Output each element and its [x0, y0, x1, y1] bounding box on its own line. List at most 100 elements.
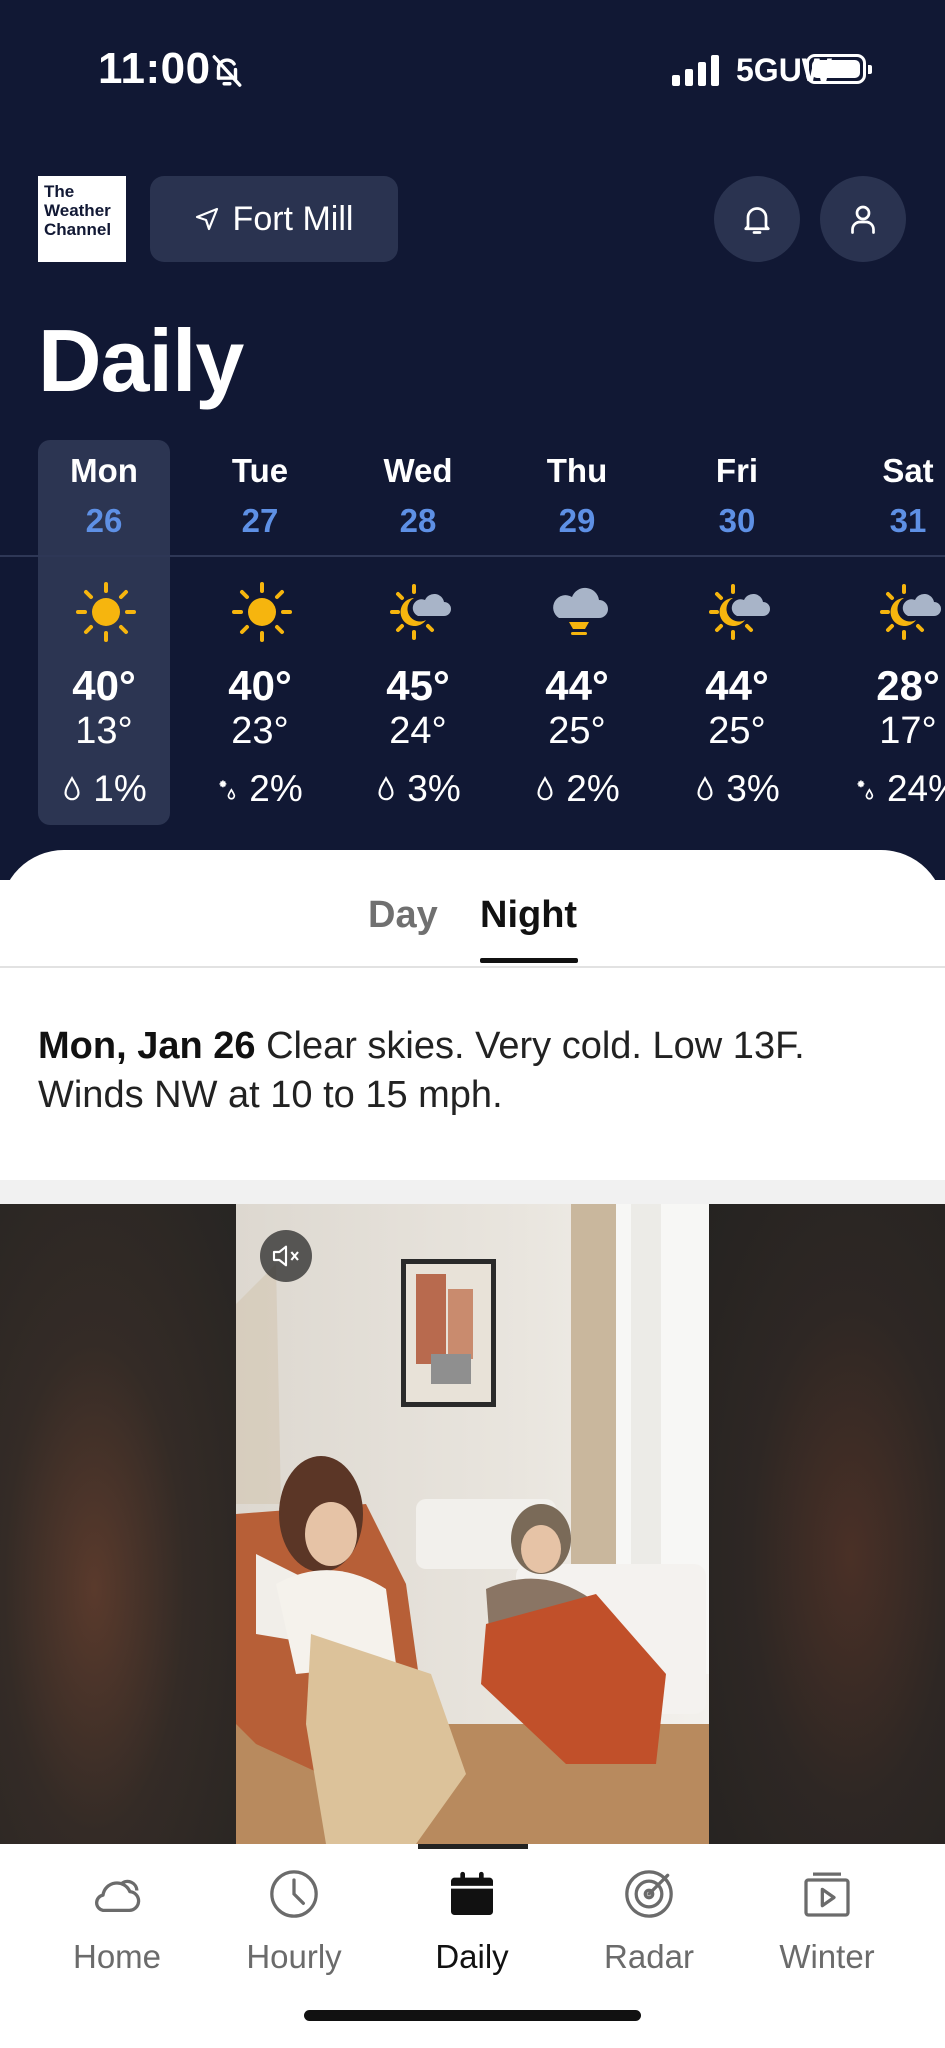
tab-day[interactable]: Day: [368, 894, 438, 937]
logo-line: Channel: [44, 220, 112, 239]
day-date: 28: [399, 502, 437, 539]
weather-channel-logo[interactable]: The Weather Channel: [38, 176, 126, 262]
raindrop-icon: [537, 776, 553, 801]
battery-icon: [806, 54, 872, 84]
nav-winter[interactable]: Winter: [747, 1866, 907, 1976]
clock-icon: [270, 1870, 318, 1918]
high-temp: 44°: [705, 662, 769, 709]
snowflake-icon: [219, 780, 236, 800]
video-play-icon: [804, 1872, 850, 1917]
day-name: Fri: [715, 452, 759, 489]
tabs-divider: [0, 966, 945, 968]
low-temp: 25°: [708, 710, 766, 752]
raindrop-icon: [64, 776, 80, 801]
partly-cloudy-icon: [878, 580, 942, 644]
low-temp: 24°: [389, 710, 447, 752]
nav-label: Hourly: [246, 1938, 342, 1975]
tab-night[interactable]: Night: [480, 894, 577, 937]
nav-hourly[interactable]: Hourly: [214, 1866, 374, 1976]
section-divider: [0, 1180, 945, 1204]
nav-home[interactable]: Home: [37, 1866, 197, 1976]
day-name: Thu: [546, 452, 608, 489]
bell-icon: [744, 207, 770, 234]
video-blur-right: [709, 1204, 945, 1844]
location-button[interactable]: Fort Mill: [150, 176, 398, 262]
sun-icon: [230, 580, 294, 644]
precip-chance: 3%: [667, 768, 807, 810]
notifications-button[interactable]: [714, 176, 800, 262]
precip-chance: 24%: [838, 768, 945, 810]
day-date: 31: [889, 502, 927, 539]
status-time: 11:00: [98, 44, 211, 93]
nav-label: Daily: [435, 1938, 509, 1975]
profile-button[interactable]: [820, 176, 906, 262]
nav-label: Winter: [779, 1938, 875, 1975]
low-temp: 25°: [548, 710, 606, 752]
day-column-thu[interactable]: Thu 29 44° 25° 2%: [507, 440, 647, 825]
logo-line: The: [44, 182, 75, 201]
logo-line: Weather: [44, 201, 111, 220]
precip-chance: 3%: [348, 768, 488, 810]
low-temp: 23°: [231, 710, 289, 752]
day-column-mon[interactable]: Mon 26 40° 13° 1%: [34, 440, 174, 825]
raindrop-icon: [378, 776, 394, 801]
nav-daily[interactable]: Daily: [392, 1866, 552, 1976]
video-scene-image: [236, 1204, 709, 1844]
day-date: 30: [718, 502, 756, 539]
location-name: Fort Mill: [232, 199, 354, 238]
day-date: 26: [85, 502, 123, 539]
precip-value: 3%: [726, 768, 780, 809]
cloud-icon: [95, 1879, 141, 1912]
video-frame: [236, 1204, 709, 1844]
day-column-wed[interactable]: Wed 28 45° 24° 3%: [348, 440, 488, 825]
cloudy-icon: [547, 580, 611, 644]
high-temp: 45°: [386, 662, 450, 709]
high-temp: 28°: [876, 662, 940, 709]
mute-button[interactable]: [260, 1230, 312, 1282]
precip-chance: 1%: [34, 768, 174, 810]
precip-chance: 2%: [507, 768, 647, 810]
forecast-narrative: Mon, Jan 26 Clear skies. Very cold. Low …: [38, 1022, 918, 1120]
partly-cloudy-icon: [388, 580, 452, 644]
day-column-fri[interactable]: Fri 30 44° 25° 3%: [667, 440, 807, 825]
precip-value: 1%: [93, 768, 147, 809]
nav-label: Radar: [604, 1938, 694, 1975]
day-name: Mon: [70, 452, 138, 489]
day-date: 27: [241, 502, 279, 539]
home-indicator: [304, 2010, 641, 2021]
sun-icon: [74, 580, 138, 644]
snowflake-icon: [857, 780, 874, 800]
precip-value: 3%: [407, 768, 461, 809]
nav-label: Home: [72, 1938, 162, 1975]
precip-chance: 2%: [190, 768, 330, 810]
location-arrow-icon: [195, 207, 218, 231]
nav-radar[interactable]: Radar: [569, 1866, 729, 1976]
high-temp: 40°: [228, 662, 292, 709]
bell-off-icon: [212, 55, 242, 87]
radar-icon: [625, 1870, 673, 1918]
speaker-mute-icon: [272, 1245, 299, 1267]
high-temp: 40°: [72, 662, 136, 709]
day-date: 29: [558, 502, 596, 539]
day-column-sat[interactable]: Sat 31 28°17° 24%: [838, 440, 945, 825]
narrative-date: Mon, Jan 26: [38, 1025, 256, 1067]
low-temp: 17°: [879, 710, 937, 752]
day-column-tue[interactable]: Tue 27 40° 23° 2%: [190, 440, 330, 825]
high-temp: 44°: [545, 662, 609, 709]
precip-value: 2%: [566, 768, 620, 809]
active-tab-indicator: [480, 958, 578, 963]
raindrop-icon: [697, 776, 713, 801]
day-name: Tue: [231, 452, 289, 489]
precip-value: 2%: [249, 768, 303, 809]
page-title: Daily: [38, 311, 244, 410]
low-temp: 13°: [75, 710, 133, 752]
person-icon: [851, 205, 875, 234]
day-name: Wed: [383, 452, 453, 489]
signal-icon: [672, 54, 719, 86]
video-ad[interactable]: [0, 1204, 945, 1844]
day-name: Sat: [882, 452, 934, 489]
precip-value: 24%: [886, 768, 945, 809]
video-blur-left: [0, 1204, 236, 1844]
partly-cloudy-icon: [707, 580, 771, 644]
calendar-icon: [451, 1871, 493, 1915]
